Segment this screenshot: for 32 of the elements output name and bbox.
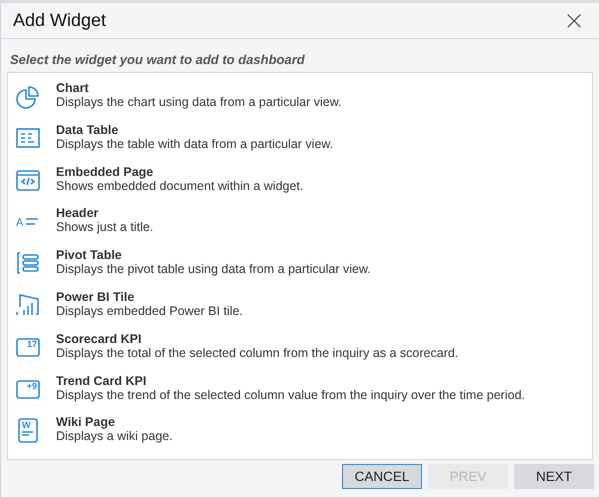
widget-name: Scorecard KPI xyxy=(56,332,142,346)
dialog-button[interactable]: NEXT xyxy=(514,464,594,489)
widget-name: Embedded Page xyxy=(56,164,154,179)
widget-description: Displays the table with data from a particular view. xyxy=(56,136,334,152)
widget-item[interactable]: A Header Shows just a title. xyxy=(8,206,592,248)
widget-item[interactable]: Chart Displays the chart using data from a particular view. xyxy=(8,81,592,123)
widget-description: Displays a wiki page. xyxy=(56,429,173,444)
widget-item[interactable]: Embedded Page Shows embedded document within a widget. xyxy=(8,164,592,206)
widget-name: Data Table xyxy=(56,122,120,137)
widget-name: Pivot Table xyxy=(56,248,123,262)
widget-name: Header xyxy=(56,206,100,220)
widget-description: Shows embedded document within a widget. xyxy=(56,178,304,194)
dialog-button[interactable]: CANCEL xyxy=(342,464,422,489)
instruction-text: Select the widget you want to add to dashboard xyxy=(9,51,306,69)
widget-name: Chart xyxy=(56,81,90,95)
widget-item[interactable]: 17 Scorecard KPI Displays the total of the selected column from the inquiry as a scorecard. xyxy=(8,332,592,374)
widget-name: Power BI Tile xyxy=(56,290,136,304)
widget-item[interactable]: Pivot Table Displays the pivot table using data from a particular view. xyxy=(8,248,592,290)
widget-description: Displays the total of the selected column from the inquiry as a scorecard. xyxy=(56,346,458,361)
dialog-title: Add Widget xyxy=(13,10,106,31)
widget-description: Shows just a title. xyxy=(56,220,154,236)
widget-name: Wiki Page xyxy=(56,415,116,430)
close-button[interactable]: × xyxy=(561,8,587,34)
widget-item[interactable]: Data Table Displays the table with data from a particular view. xyxy=(8,122,592,165)
widget-description: Displays the trend of the selected column value from the inquiry over the time period. xyxy=(56,388,525,403)
widget-description: Displays the chart using data from a particular view. xyxy=(56,95,342,110)
widget-description: Displays the pivot table using data from a particular view. xyxy=(56,262,371,278)
widget-item[interactable]: +9 Trend Card KPI Displays the trend of the selected column value from the inquiry over the time period. xyxy=(8,374,592,416)
widget-name: Trend Card KPI xyxy=(56,374,148,388)
widget-description: Displays embedded Power BI tile. xyxy=(56,304,243,319)
widget-item[interactable]: W Wiki Page Displays a wiki page. xyxy=(8,415,592,458)
widget-item[interactable]: Power BI Tile Displays embedded Power BI tile. xyxy=(8,290,592,332)
